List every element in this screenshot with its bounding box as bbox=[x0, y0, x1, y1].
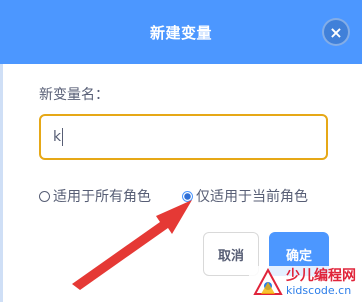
dialog-header: 新建变量 × bbox=[0, 0, 362, 64]
radio-for-all-sprites-label: 适用于所有角色 bbox=[53, 189, 151, 205]
dialog-title: 新建变量 bbox=[149, 23, 212, 42]
watermark-logo-icon bbox=[253, 268, 283, 295]
watermark-url: kidscode.cn bbox=[286, 283, 352, 297]
new-variable-dialog: 新建变量 × 新变量名： k 适用于所有角色 仅适用于当前角色 取消 确定 少儿… bbox=[0, 0, 362, 302]
watermark-name: 少儿编程网 bbox=[286, 268, 356, 285]
radio-for-this-sprite-only-label: 仅适用于当前角色 bbox=[196, 189, 308, 205]
radio-unselected-icon[interactable] bbox=[39, 190, 50, 202]
radio-for-all-sprites[interactable]: 适用于所有角色 bbox=[39, 186, 151, 206]
radio-for-this-sprite-only[interactable]: 仅适用于当前角色 bbox=[182, 186, 308, 206]
variable-name-input[interactable]: k bbox=[39, 114, 328, 160]
close-icon: × bbox=[329, 22, 343, 42]
text-caret bbox=[62, 128, 64, 146]
variable-name-label: 新变量名： bbox=[39, 87, 109, 103]
close-button[interactable]: × bbox=[322, 18, 350, 46]
variable-name-value: k bbox=[53, 129, 62, 145]
radio-selected-icon[interactable] bbox=[182, 190, 193, 202]
watermark: 少儿编程网 kidscode.cn bbox=[249, 266, 360, 300]
